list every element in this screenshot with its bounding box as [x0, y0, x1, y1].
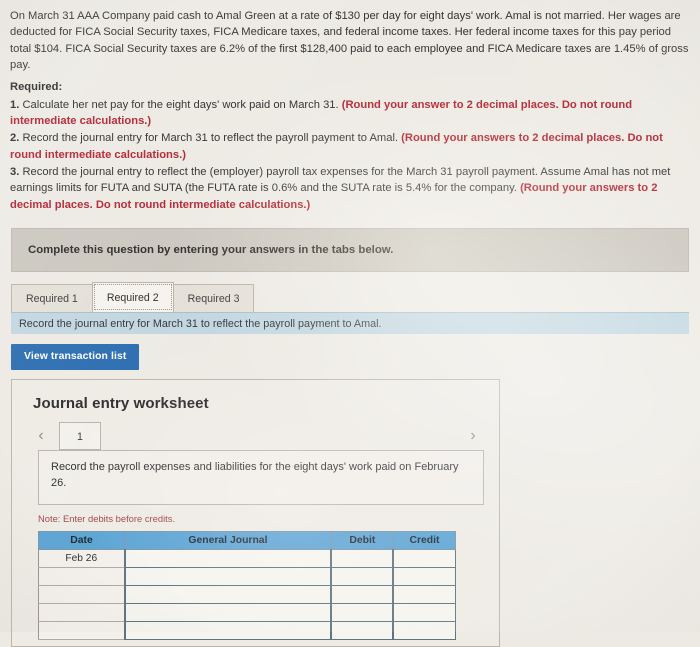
cell-general-journal[interactable] [123, 585, 332, 605]
cell-debit[interactable] [330, 549, 394, 569]
chevron-right-icon[interactable]: › [465, 428, 481, 444]
cell-date[interactable] [38, 585, 125, 605]
cell-debit[interactable] [330, 603, 394, 623]
required-section: Required: 1. Calculate her net pay for t… [0, 73, 700, 213]
required-item-2: 2. Record the journal entry for March 31… [10, 130, 690, 163]
required-item-2-text: Record the journal entry for March 31 to… [19, 132, 402, 145]
cell-credit[interactable] [392, 621, 457, 641]
tab-instruction-bar: Record the journal entry for March 31 to… [11, 312, 689, 335]
required-item-1-number: 1. [10, 98, 20, 111]
debits-before-credits-note: Note: Enter debits before credits. [38, 513, 176, 525]
callout-text: Complete this question by entering your … [28, 244, 394, 257]
tab-required-2[interactable]: Required 2 [91, 282, 174, 313]
chevron-left-icon[interactable]: ‹ [33, 428, 49, 444]
complete-question-callout: Complete this question by entering your … [11, 228, 689, 273]
required-item-2-number: 2. [10, 132, 20, 145]
problem-statement: On March 31 AAA Company paid cash to Ama… [10, 10, 689, 72]
assignment-page: On March 31 AAA Company paid cash to Ama… [0, 0, 700, 647]
required-item-3: 3. Record the journal entry to reflect t… [10, 164, 690, 213]
required-item-1-text: Calculate her net pay for the eight days… [19, 98, 342, 111]
required-item-3-number: 3. [10, 166, 20, 179]
cell-credit[interactable] [392, 603, 457, 623]
column-header-date: Date [38, 531, 125, 551]
cell-general-journal[interactable] [123, 549, 332, 569]
column-header-credit: Credit [392, 531, 457, 551]
cell-debit[interactable] [330, 567, 394, 587]
cell-credit[interactable] [392, 585, 457, 605]
cell-credit[interactable] [392, 567, 457, 587]
required-heading: Required: [10, 81, 63, 94]
column-header-debit: Debit [330, 531, 394, 551]
cell-date[interactable] [38, 621, 125, 641]
worksheet-title: Journal entry worksheet [33, 395, 209, 413]
journal-entry-worksheet-panel: Journal entry worksheet ‹ 1 › Record the… [11, 379, 500, 647]
tab-required-1[interactable]: Required 1 [11, 284, 93, 313]
cell-general-journal[interactable] [123, 603, 332, 623]
table-row [38, 621, 457, 641]
cell-date[interactable]: Feb 26 [38, 549, 125, 569]
view-transaction-list-button[interactable]: View transaction list [11, 344, 140, 371]
cell-date[interactable] [38, 603, 125, 623]
table-row [38, 567, 457, 587]
journal-entry-table: Date General Journal Debit Credit Feb 26 [38, 531, 457, 641]
tab-required-3[interactable]: Required 3 [172, 284, 255, 313]
cell-credit[interactable] [392, 549, 457, 569]
worksheet-pager: ‹ 1 › [12, 422, 499, 451]
cell-general-journal[interactable] [123, 567, 332, 587]
required-tabstrip: Required 1 Required 2 Required 3 [11, 282, 689, 313]
required-item-1: 1. Calculate her net pay for the eight d… [10, 97, 690, 130]
worksheet-page-1-tab[interactable]: 1 [59, 422, 101, 451]
table-header-row: Date General Journal Debit Credit [38, 531, 457, 551]
toolbar-row: View transaction list [0, 334, 700, 371]
cell-date[interactable] [38, 567, 125, 587]
table-row: Feb 26 [38, 549, 457, 569]
column-header-general-journal: General Journal [124, 531, 332, 551]
cell-general-journal[interactable] [123, 621, 332, 641]
cell-debit[interactable] [330, 585, 394, 605]
table-row [38, 603, 457, 623]
cell-debit[interactable] [330, 621, 394, 641]
worksheet-prompt: Record the payroll expenses and liabilit… [38, 450, 484, 506]
tab-instruction-text: Record the journal entry for March 31 to… [19, 317, 382, 330]
table-row [38, 585, 457, 605]
